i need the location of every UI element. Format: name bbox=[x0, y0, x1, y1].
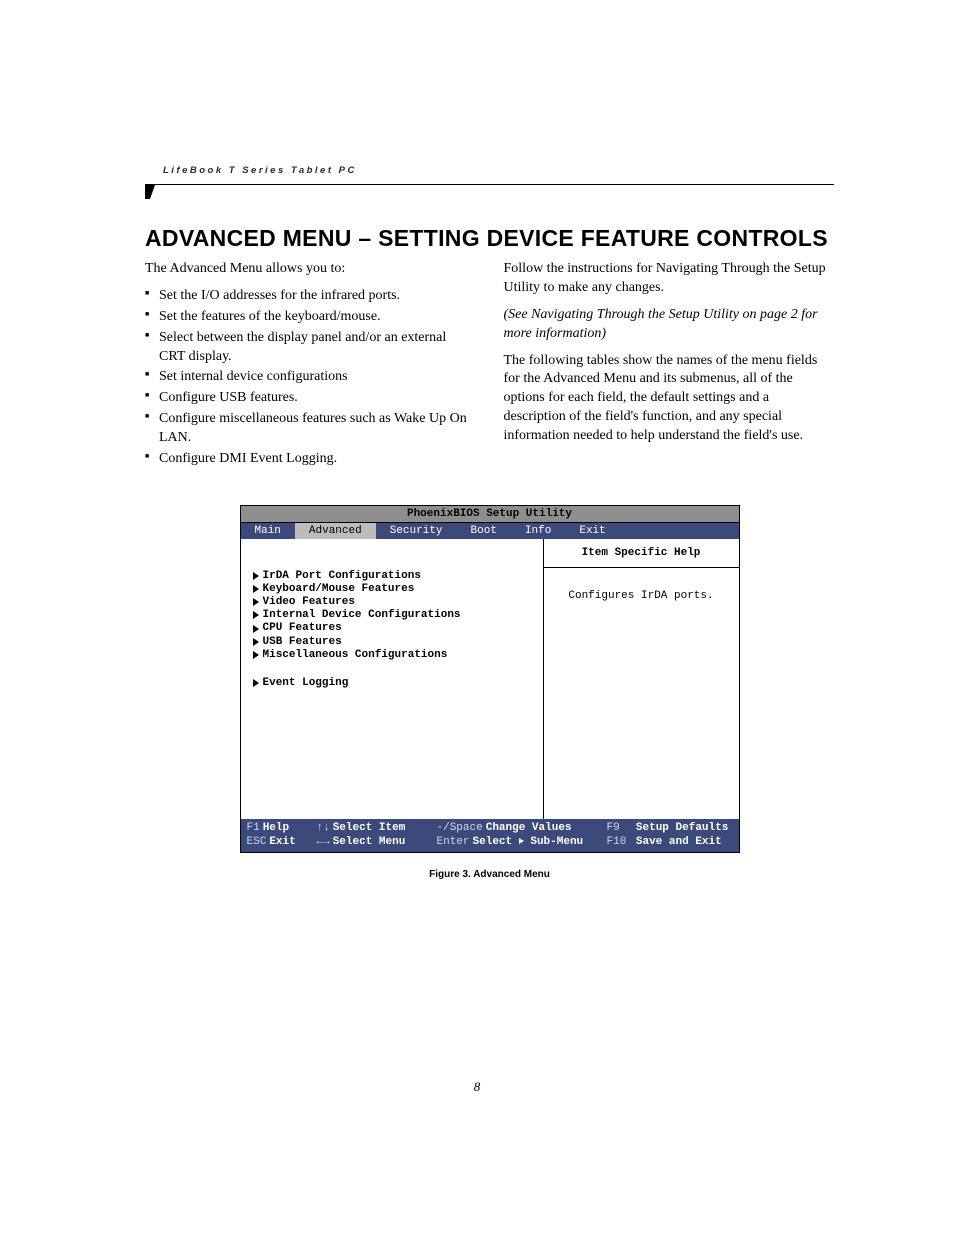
bios-menu-list: IrDA Port Configurations Keyboard/Mouse … bbox=[241, 539, 544, 819]
triangle-icon bbox=[253, 598, 259, 606]
bios-item-label: Video Features bbox=[263, 596, 355, 608]
bios-body: IrDA Port Configurations Keyboard/Mouse … bbox=[241, 539, 739, 819]
bios-tabs: Main Advanced Security Boot Info Exit bbox=[241, 523, 739, 539]
triangle-icon bbox=[253, 572, 259, 580]
bios-item-label: USB Features bbox=[263, 636, 342, 648]
bios-title: PhoenixBIOS Setup Utility bbox=[241, 506, 739, 523]
figure-caption: Figure 3. Advanced Menu bbox=[240, 869, 740, 880]
bios-tab-advanced[interactable]: Advanced bbox=[295, 523, 376, 539]
bios-item-keyboard[interactable]: Keyboard/Mouse Features bbox=[253, 583, 533, 595]
bios-item-label: Keyboard/Mouse Features bbox=[263, 583, 415, 595]
triangle-icon bbox=[253, 638, 259, 646]
running-head: LifeBook T Series Tablet PC bbox=[163, 165, 834, 176]
triangle-icon bbox=[253, 585, 259, 593]
bullet-item: Set the I/O addresses for the infrared p… bbox=[145, 287, 476, 306]
footer-select-menu: ←→Select Menu bbox=[317, 836, 437, 848]
triangle-icon bbox=[253, 651, 259, 659]
bullet-item: Configure DMI Event Logging. bbox=[145, 450, 476, 469]
bios-tab-main[interactable]: Main bbox=[241, 523, 295, 539]
bios-help-title: Item Specific Help bbox=[554, 547, 729, 567]
bios-help-separator bbox=[544, 567, 739, 568]
bios-tab-security[interactable]: Security bbox=[376, 523, 457, 539]
page-title: ADVANCED MENU – SETTING DEVICE FEATURE C… bbox=[145, 225, 834, 252]
page-number: 8 bbox=[0, 1079, 954, 1095]
right-p1: Follow the instructions for Navigating T… bbox=[504, 260, 835, 298]
footer-exit: ESCExit bbox=[247, 836, 317, 848]
bullet-item: Set internal device configurations bbox=[145, 368, 476, 387]
triangle-icon bbox=[253, 625, 259, 633]
bullet-item: Configure USB features. bbox=[145, 389, 476, 408]
bios-window: PhoenixBIOS Setup Utility Main Advanced … bbox=[240, 505, 740, 853]
bios-help-text: Configures IrDA ports. bbox=[554, 590, 729, 602]
header-mark-icon bbox=[145, 185, 155, 199]
bios-item-irda[interactable]: IrDA Port Configurations bbox=[253, 570, 533, 582]
left-column: The Advanced Menu allows you to: Set the… bbox=[145, 260, 476, 475]
bios-help-pane: Item Specific Help Configures IrDA ports… bbox=[544, 539, 739, 819]
triangle-icon bbox=[519, 838, 524, 844]
triangle-icon bbox=[253, 611, 259, 619]
bullet-item: Configure miscellaneous features such as… bbox=[145, 410, 476, 448]
bullet-list: Set the I/O addresses for the infrared p… bbox=[145, 287, 476, 469]
left-intro: The Advanced Menu allows you to: bbox=[145, 260, 476, 279]
bios-item-event-logging[interactable]: Event Logging bbox=[253, 677, 533, 689]
bios-item-usb[interactable]: USB Features bbox=[253, 636, 533, 648]
footer-save-exit: F10 Save and Exit bbox=[607, 836, 747, 848]
bios-tab-exit[interactable]: Exit bbox=[565, 523, 619, 539]
right-p2: (See Navigating Through the Setup Utilit… bbox=[504, 306, 835, 344]
footer-select-submenu: EnterSelect Sub-Menu bbox=[437, 836, 607, 848]
bios-figure: PhoenixBIOS Setup Utility Main Advanced … bbox=[240, 505, 740, 880]
right-column: Follow the instructions for Navigating T… bbox=[504, 260, 835, 475]
right-p3: The following tables show the names of t… bbox=[504, 352, 835, 446]
triangle-icon bbox=[253, 679, 259, 687]
bios-item-label: CPU Features bbox=[263, 622, 342, 634]
bios-tab-info[interactable]: Info bbox=[511, 523, 565, 539]
bios-footer: F1Help ↑↓Select Item -/SpaceChange Value… bbox=[241, 819, 739, 852]
bios-tab-boot[interactable]: Boot bbox=[457, 523, 511, 539]
header-rule bbox=[145, 184, 834, 185]
bios-item-label: Internal Device Configurations bbox=[263, 609, 461, 621]
bios-item-label: Miscellaneous Configurations bbox=[263, 649, 448, 661]
bios-item-internal[interactable]: Internal Device Configurations bbox=[253, 609, 533, 621]
bios-item-video[interactable]: Video Features bbox=[253, 596, 533, 608]
bullet-item: Select between the display panel and/or … bbox=[145, 329, 476, 367]
bios-item-cpu[interactable]: CPU Features bbox=[253, 622, 533, 634]
footer-change-values: -/SpaceChange Values bbox=[437, 822, 607, 834]
bullet-item: Set the features of the keyboard/mouse. bbox=[145, 308, 476, 327]
footer-setup-defaults: F9 Setup Defaults bbox=[607, 822, 747, 834]
bios-item-label: Event Logging bbox=[263, 677, 349, 689]
content-columns: The Advanced Menu allows you to: Set the… bbox=[145, 260, 834, 475]
bios-item-label: IrDA Port Configurations bbox=[263, 570, 421, 582]
footer-help: F1Help bbox=[247, 822, 317, 834]
bios-item-misc[interactable]: Miscellaneous Configurations bbox=[253, 649, 533, 661]
footer-select-item: ↑↓Select Item bbox=[317, 822, 437, 834]
